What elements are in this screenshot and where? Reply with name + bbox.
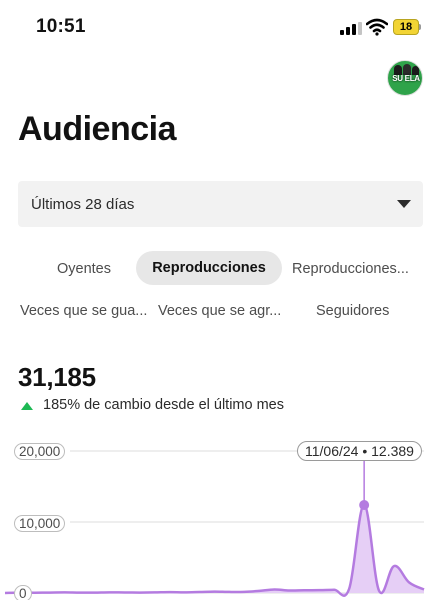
- avatar-logo-text: SU ELA: [392, 74, 420, 83]
- tab-veces-agregado[interactable]: Veces que se agr...: [158, 303, 288, 319]
- battery-icon: 18: [393, 19, 419, 35]
- status-time: 10:51: [36, 16, 86, 37]
- tab-oyentes[interactable]: Oyentes: [57, 261, 111, 277]
- tab-reproducciones-more[interactable]: Reproducciones...: [292, 261, 422, 277]
- chart-tooltip: 11/06/24 • 12.389: [297, 441, 422, 461]
- profile-avatar[interactable]: SU ELA: [387, 60, 423, 96]
- metric-value: 31,185: [18, 362, 96, 392]
- page-title: Audiencia: [18, 110, 176, 148]
- battery-level: 18: [399, 21, 413, 33]
- tab-veces-guardado[interactable]: Veces que se gua...: [20, 303, 153, 319]
- trend-up-icon: [21, 402, 33, 410]
- y-tick-label: 10,000: [14, 515, 66, 532]
- caret-down-icon: [397, 200, 411, 208]
- battery-nub: [419, 24, 421, 30]
- metric-change-text: 185% de cambio desde el último mes: [43, 397, 284, 413]
- period-dropdown[interactable]: Últimos 28 días: [18, 181, 423, 227]
- chart-peak-point: [359, 500, 370, 511]
- cellular-signal-icon: [340, 22, 362, 35]
- y-tick-label: 20,000: [14, 443, 66, 460]
- period-dropdown-label: Últimos 28 días: [31, 196, 135, 213]
- y-tick-label: 0: [14, 585, 32, 600]
- tab-seguidores[interactable]: Seguidores: [316, 303, 389, 319]
- tab-reproducciones[interactable]: Reproducciones: [136, 251, 282, 285]
- chart-area-fill: [5, 505, 424, 596]
- wifi-icon: [365, 18, 389, 36]
